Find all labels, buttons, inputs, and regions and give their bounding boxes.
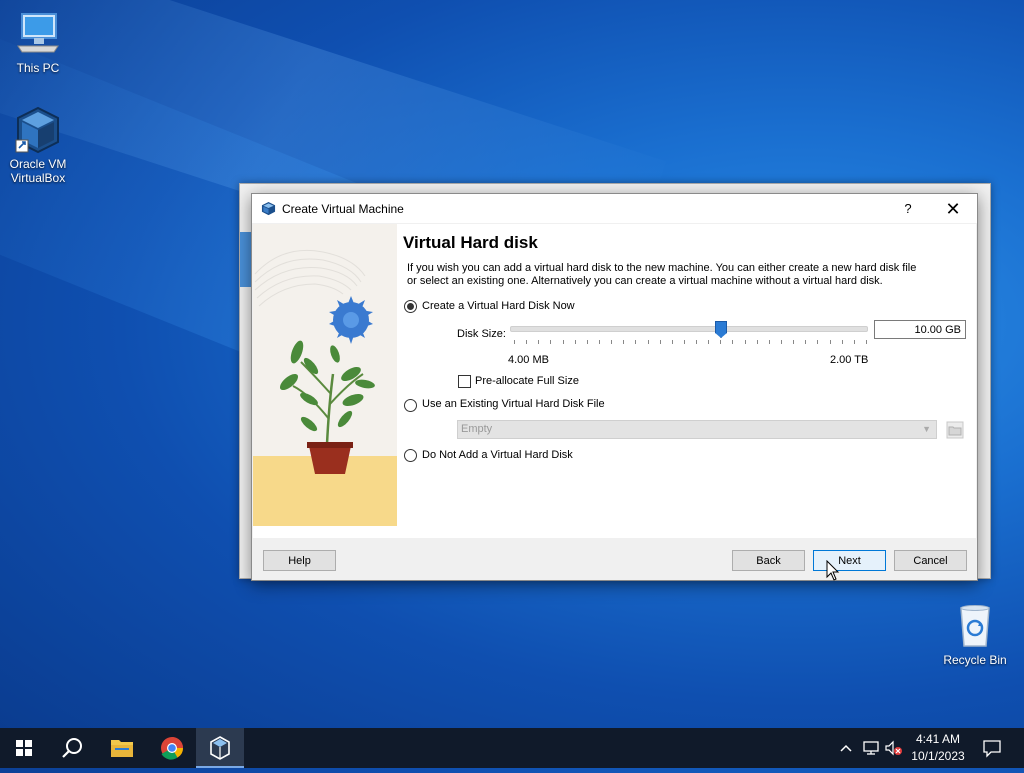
clock-time: 4:41 AM: [915, 732, 961, 746]
slider-tick: [586, 340, 588, 344]
search-button[interactable]: [48, 728, 96, 768]
page-description: If you wish you can add a virtual hard d…: [407, 262, 917, 287]
choose-disk-folder-icon[interactable]: [946, 421, 964, 439]
slider-tick: [696, 340, 698, 344]
slider-tick: [671, 340, 673, 344]
slider-tick: [574, 340, 576, 344]
disk-size-label: Disk Size:: [457, 328, 506, 340]
slider-tick: [635, 340, 637, 344]
slider-tick: [829, 340, 831, 344]
file-explorer-button[interactable]: [98, 728, 146, 768]
preallocate-label[interactable]: Pre-allocate Full Size: [475, 375, 579, 387]
slider-tick: [683, 340, 685, 344]
virtualbox-icon: [210, 736, 230, 760]
disk-size-input[interactable]: 10.00 GB: [874, 320, 966, 339]
back-button[interactable]: Back: [732, 550, 805, 571]
existing-disk-value: Empty: [461, 423, 493, 435]
slider-tick: [538, 340, 540, 344]
slider-tick: [550, 340, 552, 344]
desktop-icon-label: Recycle Bin: [943, 653, 1007, 667]
start-button[interactable]: [0, 728, 48, 768]
dialog-title: Create Virtual Machine: [282, 202, 404, 216]
no-disk-radio[interactable]: [404, 449, 417, 462]
slider-tick: [768, 340, 770, 344]
mouse-cursor-icon: [826, 559, 840, 582]
slider-tick: [514, 340, 515, 344]
slider-tick: [805, 340, 807, 344]
slider-tick: [526, 340, 528, 344]
slider-tick: [841, 340, 843, 344]
slider-tick: [853, 340, 855, 344]
clock[interactable]: 4:41 AM 10/1/2023: [900, 731, 976, 765]
computer-icon: [14, 10, 62, 58]
flower-illustration: [253, 224, 397, 526]
slider-tick: [623, 340, 625, 344]
existing-disk-combo[interactable]: Empty ▼: [457, 420, 937, 439]
disk-size-slider[interactable]: [510, 326, 868, 332]
network-icon[interactable]: [862, 740, 880, 756]
desktop-icon-virtualbox[interactable]: Oracle VM VirtualBox: [0, 106, 76, 185]
slider-tick: [817, 340, 819, 344]
virtualbox-icon: [14, 106, 62, 154]
create-vm-dialog: Create Virtual Machine ? ✕ Virtual Hard …: [251, 193, 978, 581]
slider-tick: [720, 340, 722, 344]
create-disk-label[interactable]: Create a Virtual Hard Disk Now: [422, 300, 575, 312]
slider-tick: [659, 340, 661, 344]
chrome-button[interactable]: [148, 728, 196, 768]
desktop-icon-label: VirtualBox: [10, 171, 66, 185]
slider-tick: [708, 340, 710, 344]
slider-max-label: 2.00 TB: [830, 354, 869, 366]
dialog-titlebar[interactable]: Create Virtual Machine ? ✕: [252, 194, 977, 223]
desktop-icon-label: This PC: [16, 61, 60, 75]
next-button[interactable]: Next: [813, 550, 886, 571]
slider-min-label: 4.00 MB: [508, 354, 549, 366]
help-icon[interactable]: ?: [893, 198, 923, 220]
slider-tick: [598, 340, 600, 344]
slider-tick: [866, 340, 867, 344]
clock-date: 10/1/2023: [911, 749, 965, 763]
slider-ticks: [514, 340, 867, 345]
desktop-icon-recycle-bin[interactable]: Recycle Bin: [937, 602, 1013, 667]
close-icon[interactable]: ✕: [938, 198, 968, 220]
chrome-icon: [161, 737, 183, 760]
virtualbox-icon: [261, 201, 276, 216]
virtualbox-taskbar-button[interactable]: [196, 728, 244, 768]
create-disk-radio[interactable]: [404, 300, 417, 313]
chevron-down-icon: ▼: [922, 424, 931, 434]
windows-logo-icon: [16, 740, 32, 756]
desktop-icon-label: Oracle VM: [9, 157, 67, 171]
slider-tick: [781, 340, 783, 344]
cancel-button[interactable]: Cancel: [894, 550, 967, 571]
chevron-up-icon[interactable]: [838, 740, 854, 756]
slider-tick: [611, 340, 613, 344]
preallocate-checkbox[interactable]: [458, 375, 471, 388]
slider-tick: [732, 340, 734, 344]
folder-icon: [111, 740, 133, 757]
desktop-icon-this-pc[interactable]: This PC: [0, 10, 76, 75]
no-disk-label[interactable]: Do Not Add a Virtual Hard Disk: [422, 449, 573, 461]
notifications-icon[interactable]: [982, 738, 1002, 758]
page-title: Virtual Hard disk: [403, 233, 538, 252]
recycle-bin-icon: [951, 602, 999, 650]
search-icon: [62, 738, 82, 758]
taskbar: 4:41 AM 10/1/2023: [0, 728, 1024, 768]
use-existing-label[interactable]: Use an Existing Virtual Hard Disk File: [422, 398, 605, 410]
slider-tick: [744, 340, 746, 344]
slider-tick: [562, 340, 564, 344]
use-existing-radio[interactable]: [404, 399, 417, 412]
slider-tick: [647, 340, 649, 344]
slider-tick: [756, 340, 758, 344]
help-button[interactable]: Help: [263, 550, 336, 571]
slider-tick: [793, 340, 795, 344]
